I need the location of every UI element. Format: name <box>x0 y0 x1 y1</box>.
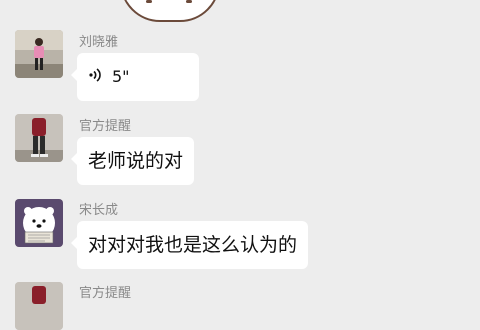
sender-name: 刘晓雅 <box>79 35 119 50</box>
sender-name: 宋长成 <box>79 203 119 218</box>
sticker-eye-left <box>146 0 152 3</box>
polar-bear-avatar[interactable] <box>15 199 63 247</box>
voice-duration: 5" <box>112 67 130 86</box>
sender-name: 官方提醒 <box>79 119 132 134</box>
person-pink-coat-avatar[interactable] <box>15 30 63 78</box>
person-red-jacket-avatar[interactable] <box>15 114 63 162</box>
voice-wave-icon <box>88 64 102 90</box>
text-message-bubble[interactable]: 老师说的对 <box>70 137 195 185</box>
voice-message-bubble[interactable]: 5" <box>71 53 199 101</box>
sticker-eye-right <box>186 0 192 3</box>
sticker-image[interactable] <box>120 0 220 22</box>
person-red-jacket-avatar[interactable] <box>15 282 63 330</box>
text-message-bubble[interactable]: 对对对我也是这么认为的 <box>70 221 309 269</box>
